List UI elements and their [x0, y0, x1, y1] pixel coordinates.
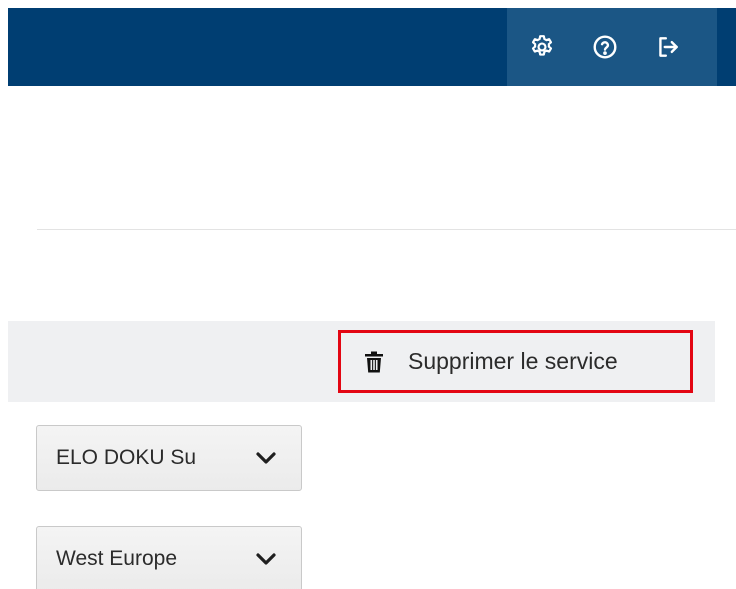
region-select-value: West Europe: [56, 547, 178, 570]
service-select-value: ELO DOKU Su: [56, 446, 197, 469]
help-circle-icon: [593, 35, 617, 59]
action-toolbar: Supprimer le service: [8, 321, 715, 402]
trash-icon: [363, 351, 385, 373]
logout-icon: [659, 37, 678, 57]
logout-button[interactable]: [648, 27, 688, 67]
page: Supprimer le service ELO DOKU Su West Eu…: [0, 0, 736, 589]
service-select[interactable]: ELO DOKU Su: [36, 425, 302, 491]
section-divider: [37, 229, 736, 230]
region-select[interactable]: West Europe: [36, 526, 302, 589]
header-actions: [507, 8, 717, 86]
chevron-down-icon: [256, 452, 276, 464]
delete-service-label: Supprimer le service: [408, 348, 618, 374]
chevron-down-icon: [256, 553, 276, 565]
help-button[interactable]: [585, 27, 625, 67]
gear-icon: [531, 35, 553, 56]
settings-button[interactable]: [522, 27, 562, 67]
delete-service-button[interactable]: Supprimer le service: [338, 330, 693, 393]
